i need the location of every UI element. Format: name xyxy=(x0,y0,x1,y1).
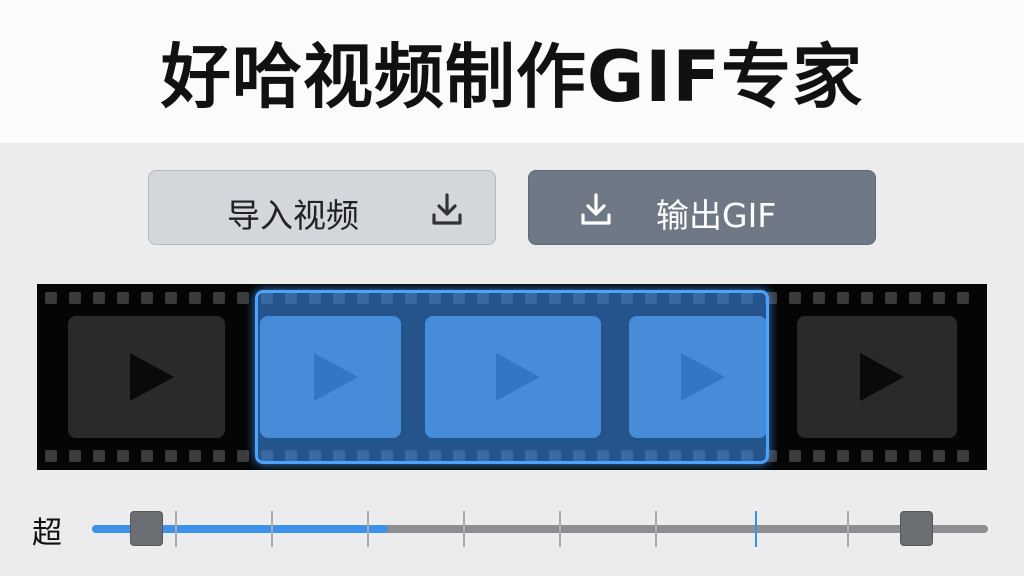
playhead-marker[interactable] xyxy=(755,511,758,547)
film-perforation xyxy=(165,450,177,462)
app-title: 好哈视频制作GIF专家 xyxy=(160,36,864,118)
film-frame[interactable] xyxy=(797,316,957,438)
film-perforation xyxy=(213,450,225,462)
play-icon xyxy=(860,353,904,401)
film-perforation xyxy=(237,450,249,462)
film-perforation xyxy=(813,292,825,304)
film-perforation xyxy=(789,450,801,462)
film-perforation xyxy=(45,450,57,462)
film-perforation xyxy=(789,292,801,304)
selection-overlay[interactable] xyxy=(255,290,769,464)
import-video-button[interactable]: 导入视频 xyxy=(148,170,496,245)
trim-tick xyxy=(559,511,561,547)
trim-tick xyxy=(271,511,273,547)
film-perforation xyxy=(189,450,201,462)
film-perforation xyxy=(885,292,897,304)
film-perforation xyxy=(861,292,873,304)
slider-label: 超 xyxy=(32,516,62,551)
film-perforation xyxy=(141,450,153,462)
trim-tick xyxy=(847,511,849,547)
download-icon xyxy=(427,189,467,237)
trim-tick xyxy=(463,511,465,547)
trim-end-handle[interactable] xyxy=(900,511,934,546)
trim-tick xyxy=(367,511,369,547)
film-perforation xyxy=(957,450,969,462)
film-perforation xyxy=(837,292,849,304)
import-video-label: 导入视频 xyxy=(227,196,359,235)
film-perforation xyxy=(45,292,57,304)
film-perforation xyxy=(69,292,81,304)
film-perforation xyxy=(957,292,969,304)
film-perforation xyxy=(213,292,225,304)
film-perforation xyxy=(69,450,81,462)
film-perforation xyxy=(117,292,129,304)
export-gif-label: 输出GIF xyxy=(656,196,777,235)
film-perforation xyxy=(837,450,849,462)
trim-start-handle[interactable] xyxy=(129,511,163,546)
export-gif-button[interactable]: 输出GIF xyxy=(528,170,876,245)
film-perforation xyxy=(93,450,105,462)
film-perforation xyxy=(189,292,201,304)
film-perforation xyxy=(885,450,897,462)
film-frame[interactable] xyxy=(68,316,225,438)
film-perforation xyxy=(933,292,945,304)
trim-tick xyxy=(655,511,657,547)
film-perforation xyxy=(861,450,873,462)
film-perforation xyxy=(93,292,105,304)
film-perforation xyxy=(117,450,129,462)
film-perforation xyxy=(141,292,153,304)
film-perforation xyxy=(813,450,825,462)
play-icon xyxy=(129,353,174,401)
trim-track[interactable] xyxy=(92,511,988,547)
film-perforation xyxy=(909,450,921,462)
film-perforation xyxy=(909,292,921,304)
download-icon xyxy=(576,189,616,237)
title-bar: 好哈视频制作GIF专家 xyxy=(0,0,1024,143)
trim-slider-area: 超 xyxy=(0,500,1024,560)
film-perforation xyxy=(165,292,177,304)
film-perforation xyxy=(237,292,249,304)
trim-tick xyxy=(175,511,177,547)
film-perforation xyxy=(933,450,945,462)
film-strip[interactable] xyxy=(37,284,987,470)
